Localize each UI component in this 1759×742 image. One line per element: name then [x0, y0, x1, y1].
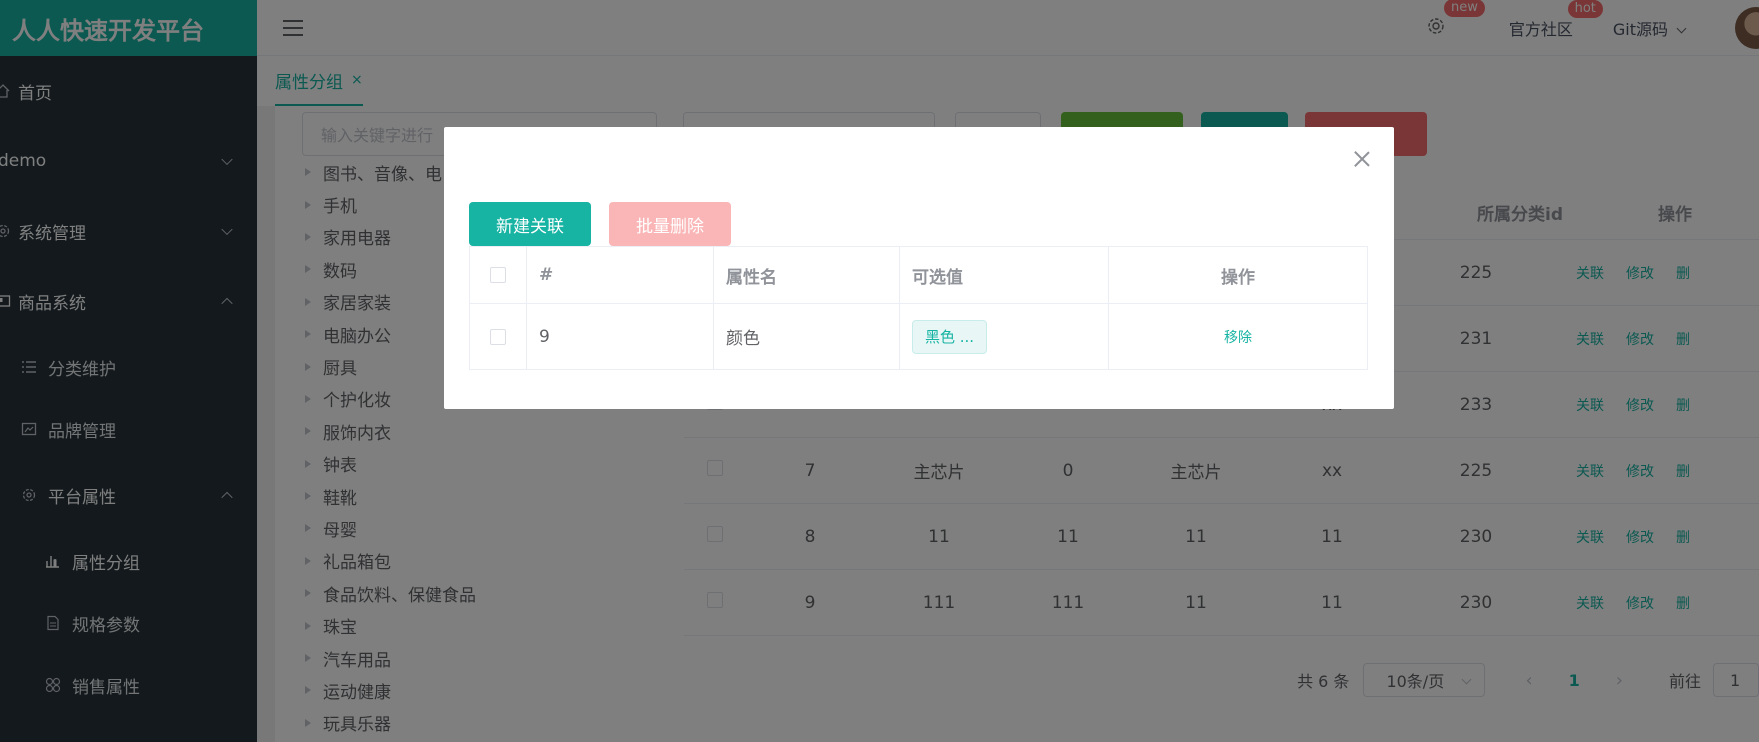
relation-table: # 属性名 可选值 操作 9 颜色 黑色 ... 移除: [469, 246, 1368, 370]
batch-delete-button[interactable]: 批量删除: [609, 202, 731, 246]
relation-dialog: 新建关联 批量删除 # 属性名 可选值 操作 9 颜色 黑色 ... 移除: [444, 127, 1394, 409]
header-values: 可选值: [900, 247, 1109, 303]
table-row: 9 颜色 黑色 ... 移除: [470, 304, 1367, 369]
row-checkbox[interactable]: [490, 328, 506, 345]
table-header: # 属性名 可选值 操作: [470, 247, 1367, 304]
header-index: #: [527, 247, 714, 303]
value-tag[interactable]: 黑色 ...: [912, 319, 988, 354]
close-icon[interactable]: [1354, 151, 1370, 167]
header-attr-name: 属性名: [714, 247, 900, 303]
row-attr-name: 颜色: [714, 304, 900, 369]
select-all-checkbox[interactable]: [490, 267, 506, 283]
remove-link[interactable]: 移除: [1224, 327, 1252, 347]
row-id: 9: [527, 304, 714, 369]
new-relation-button[interactable]: 新建关联: [469, 202, 591, 246]
header-actions: 操作: [1221, 267, 1255, 288]
